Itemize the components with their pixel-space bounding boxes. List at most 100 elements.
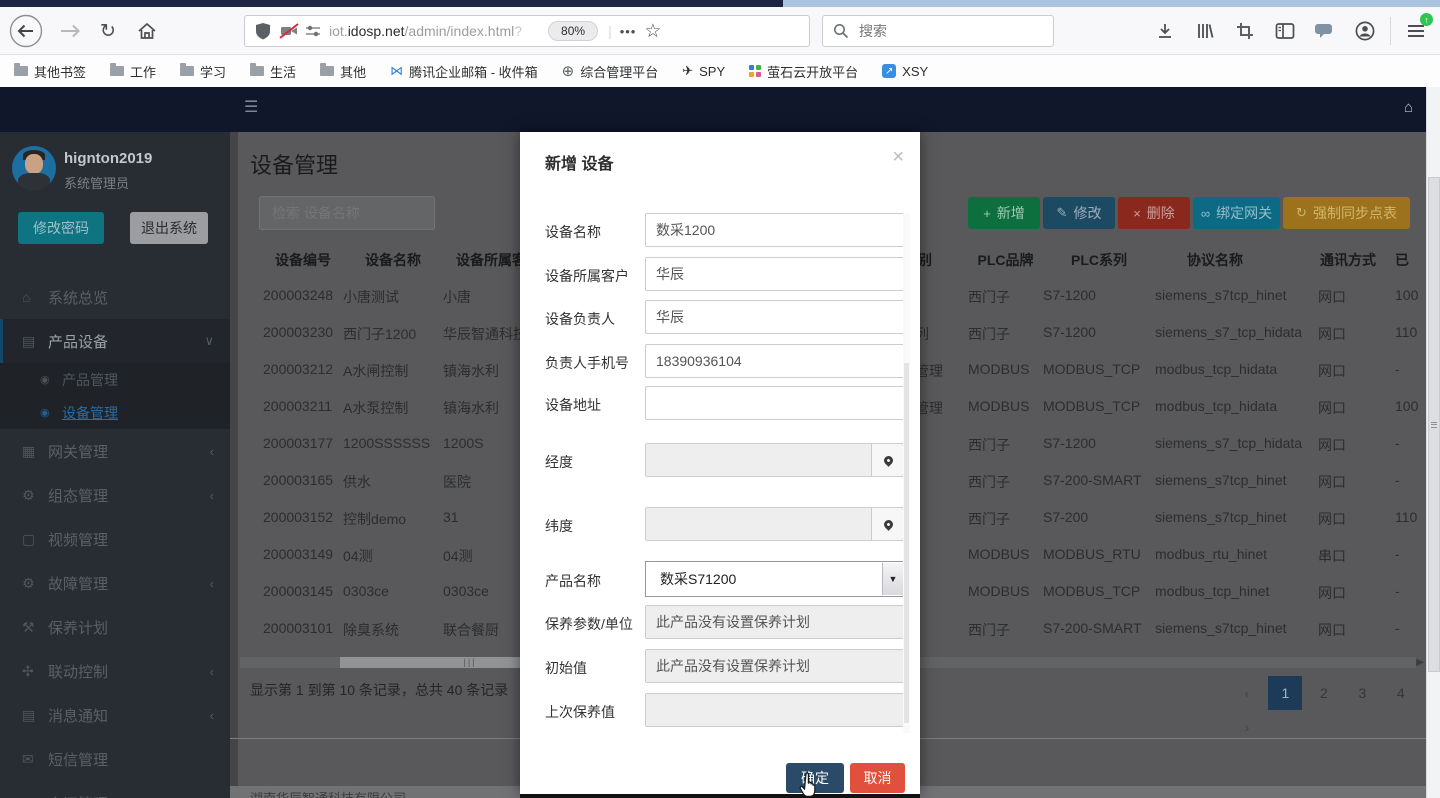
sidebar-item-product-management[interactable]: ◉产品管理 [0,363,230,396]
device-name-input[interactable] [645,213,905,247]
home-button[interactable] [130,7,164,55]
field-label: 设备名称 [545,222,601,242]
url-bar[interactable]: iot.idosp.net/admin/index.html? 80% | ••… [244,15,810,47]
menu-hamburger-icon[interactable]: ↑ [1398,7,1434,55]
back-button[interactable] [8,7,44,55]
map-pin-button[interactable] [871,507,905,541]
bookmark-link[interactable]: 萤石云开放平台 [749,62,858,81]
tracking-protection-shield-icon[interactable] [255,22,271,40]
cell-customer: 华辰智通科技 [443,324,527,344]
home-icon: ⌂ [22,289,48,305]
cancel-button[interactable]: 取消 [850,763,905,793]
cell-id: 200003177 [263,435,333,451]
downloads-icon[interactable] [1148,7,1182,55]
bookmark-folder[interactable]: 生活 [250,62,296,81]
delete-button[interactable]: ×删除 [1118,197,1190,229]
logout-button[interactable]: 退出系统 [130,212,208,244]
sidebar-item-video[interactable]: ▢视频管理 [0,517,230,561]
cell-bound: - [1395,361,1400,377]
pagination-page-4[interactable]: 4 [1384,676,1418,710]
bookmark-link[interactable]: ⋈腾讯企业邮箱 - 收件箱 [390,62,538,81]
device-search-input[interactable] [259,196,435,230]
map-pin-button[interactable] [871,443,905,477]
pagination-page-3[interactable]: 3 [1345,676,1379,710]
edit-button[interactable]: ✎修改 [1043,197,1115,229]
bookmark-folder[interactable]: 工作 [110,62,156,81]
pagination-page-1[interactable]: 1 [1268,676,1302,710]
permissions-icon[interactable] [305,23,321,39]
device-address-input[interactable] [645,386,905,420]
sidebar-item-maintenance[interactable]: ⚒保养计划 [0,605,230,649]
forward-button[interactable] [54,7,86,55]
sidebar-item-scada[interactable]: ⚙组态管理‹ [0,473,230,517]
field-label: 负责人手机号 [545,353,629,373]
sidebar-item-fault[interactable]: ⚙故障管理‹ [0,561,230,605]
owner-phone-input[interactable] [645,344,905,378]
folder-icon [14,66,28,76]
navbar-home-icon[interactable]: ⌂ [1404,99,1413,116]
wechat-chat-icon[interactable] [1308,7,1342,55]
modal-scrollbar[interactable] [903,213,910,733]
longitude-input[interactable] [645,443,871,477]
scroll-right-arrow-icon[interactable]: ▶ [1416,657,1424,668]
bookmark-link[interactable]: ⊕综合管理平台 [562,62,659,81]
bookmark-star-icon[interactable]: ☆ [644,20,661,43]
cell-customer: 31 [443,509,459,525]
cell-customer: 0303ce [443,583,489,599]
search-input[interactable] [857,22,1031,40]
sidebar: hignton2019 系统管理员 修改密码 退出系统 ⌂系统总览 ▤产品设备∨… [0,132,230,798]
close-icon[interactable]: × [892,146,904,169]
cell-bound: - [1395,546,1400,562]
sidebar-collapse-icon[interactable]: ☰ [244,100,258,116]
page-actions-icon[interactable]: ••• [620,24,637,39]
zoom-level-badge[interactable]: 80% [548,21,598,41]
product-select[interactable]: 数采S71200 ▼ [645,561,905,597]
cell-comm: 网口 [1318,620,1346,640]
library-icon[interactable] [1188,7,1222,55]
field-label: 保养参数/单位 [545,614,633,634]
cell-brand: 西门子 [968,472,1010,492]
circle-dot-icon: ◉ [40,373,62,386]
latitude-input[interactable] [645,507,871,541]
sidebar-item-linkage[interactable]: ✣联动控制‹ [0,649,230,693]
sidebar-item-notification[interactable]: ▤消息通知‹ [0,693,230,737]
bookmark-link[interactable]: ↗XSY [882,64,928,79]
bookmark-folder[interactable]: 学习 [180,62,226,81]
sitemap-icon: ✣ [22,663,48,680]
field-label: 纬度 [545,516,573,536]
sidebar-item-space[interactable]: ▦空间管理 [0,781,230,798]
change-password-button[interactable]: 修改密码 [18,212,104,244]
pagination-page-2[interactable]: 2 [1307,676,1341,710]
cell-id: 200003230 [263,324,333,340]
sidebar-item-gateway[interactable]: ▦网关管理‹ [0,429,230,473]
active-tab[interactable] [0,0,783,7]
dropdown-arrow-icon[interactable]: ▼ [882,563,903,595]
sidebar-item-products[interactable]: ▤产品设备∨ [0,319,230,363]
scrollbar-thumb[interactable] [1428,177,1440,672]
account-icon[interactable] [1348,7,1382,55]
add-button[interactable]: +新增 [968,197,1040,229]
field-label: 产品名称 [545,571,601,591]
search-bar[interactable] [822,15,1054,47]
reload-button[interactable]: ↻ [92,7,124,55]
cell-name: A水泵控制 [343,398,408,418]
device-owner-input[interactable] [645,300,905,334]
vertical-scrollbar[interactable] [1426,87,1440,798]
bind-gateway-button[interactable]: ∞绑定网关 [1193,197,1280,229]
sidebar-item-sms[interactable]: ✉短信管理 [0,737,230,781]
divider: | [608,23,612,39]
bookmark-folder[interactable]: 其他书签 [14,62,86,81]
bookmark-link[interactable]: ✈SPY [682,63,725,79]
sidebar-item-overview[interactable]: ⌂系统总览 [0,275,230,319]
force-sync-button[interactable]: ↻强制同步点表 [1283,197,1410,229]
bookmark-folder[interactable]: 其他 [320,62,366,81]
device-customer-input[interactable] [645,257,905,291]
scrollbar-thumb[interactable] [904,363,909,723]
sidebar-toggle-icon[interactable] [1268,7,1302,55]
cell-bound: - [1395,472,1400,488]
sidebar-item-device-management[interactable]: ◉设备管理 [0,396,230,429]
cell-customer: 04测 [443,546,473,566]
camera-blocked-icon[interactable] [279,22,299,40]
screenshot-crop-icon[interactable] [1228,7,1262,55]
pagination-prev[interactable]: ‹ [1230,676,1264,710]
